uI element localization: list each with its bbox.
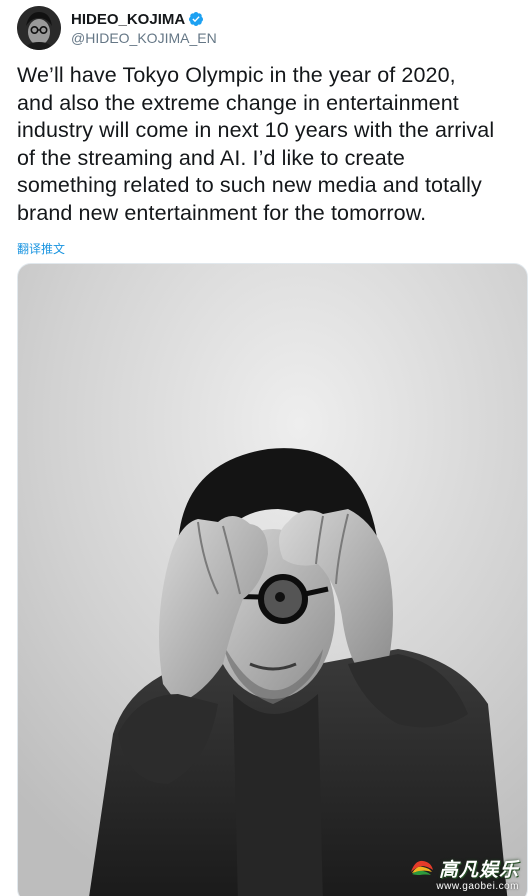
watermark-row: 高凡娱乐 [409, 855, 519, 882]
watermark-logo-icon [409, 858, 435, 880]
tweet-photo[interactable]: 高凡娱乐 www.gaobei.com [17, 263, 528, 896]
verified-badge-icon [188, 11, 204, 27]
translate-tweet-link[interactable]: 翻译推文 [17, 240, 65, 257]
tweet: HIDEO_KOJIMA @HIDEO_KOJIMA_EN We’ll have… [0, 0, 532, 896]
handle[interactable]: @HIDEO_KOJIMA_EN [71, 29, 217, 47]
display-name-row: HIDEO_KOJIMA [71, 10, 217, 29]
avatar-photo [17, 6, 61, 50]
watermark-url: www.gaobei.com [436, 881, 519, 892]
tweet-text: We’ll have Tokyo Olympic in the year of … [17, 63, 495, 225]
author-names: HIDEO_KOJIMA @HIDEO_KOJIMA_EN [71, 10, 217, 47]
display-name[interactable]: HIDEO_KOJIMA [71, 10, 185, 29]
watermark: 高凡娱乐 www.gaobei.com [409, 855, 519, 892]
avatar[interactable] [17, 6, 61, 50]
portrait-photo [18, 264, 527, 896]
tweet-header: HIDEO_KOJIMA @HIDEO_KOJIMA_EN [17, 6, 217, 50]
watermark-brand: 高凡娱乐 [438, 859, 519, 881]
